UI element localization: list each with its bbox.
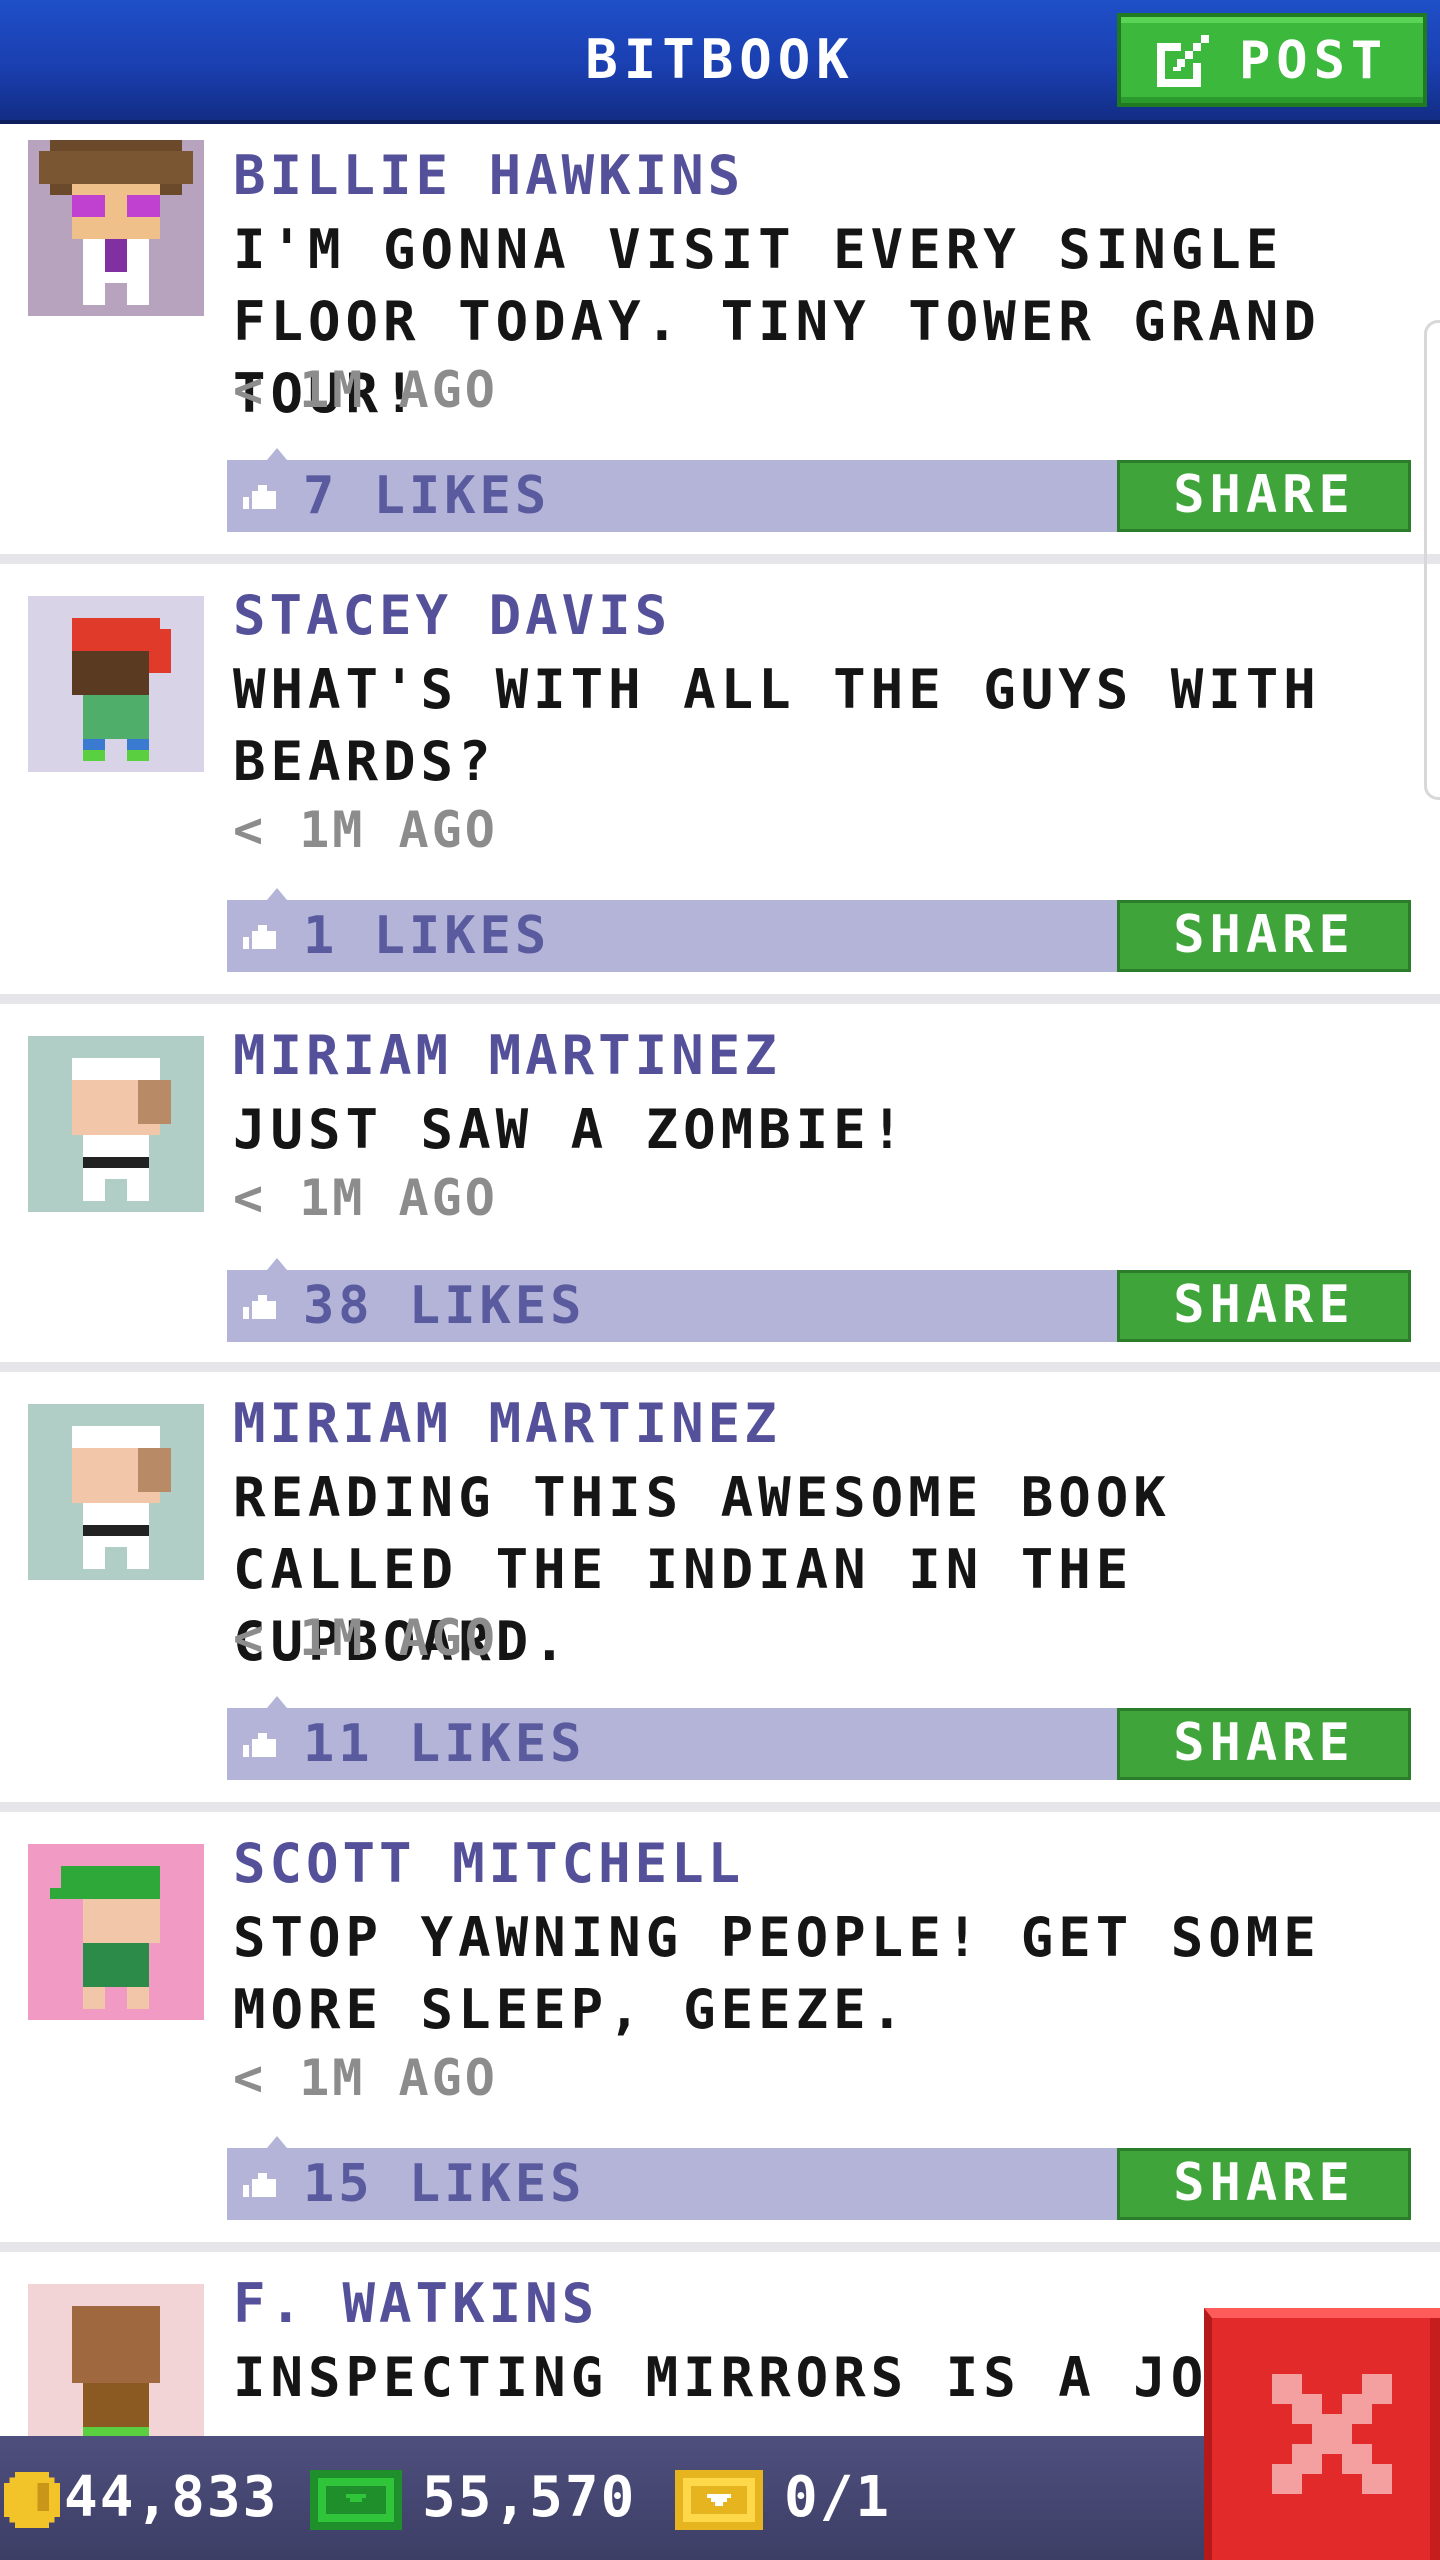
- scroll-indicator: [1424, 320, 1440, 800]
- thumbs-up-icon: [243, 1733, 276, 1757]
- post-author: STACEY DAVIS: [233, 584, 672, 647]
- bux-icon: [310, 2470, 402, 2530]
- likes-bar[interactable]: 7 LIKES SHARE: [227, 448, 1411, 532]
- golden-ticket-icon: [675, 2470, 763, 2530]
- feed-post: SCOTT MITCHELL STOP YAWNING PEOPLE! GET …: [0, 1812, 1440, 2252]
- edit-icon: [1157, 35, 1209, 87]
- likes-count: 1 LIKES: [303, 906, 551, 966]
- bux-count: 55,570: [422, 2465, 637, 2530]
- avatar: [28, 1404, 204, 1580]
- post-message: JUST SAW A ZOMBIE!: [233, 1098, 909, 1161]
- post-author: MIRIAM MARTINEZ: [233, 1024, 781, 1087]
- avatar: [28, 596, 204, 772]
- likes-count: 38 LIKES: [303, 1276, 586, 1336]
- feed-post: STACEY DAVIS WHAT'S WITH ALL THE GUYS WI…: [0, 564, 1440, 1004]
- share-button[interactable]: SHARE: [1117, 460, 1411, 532]
- likes-bar[interactable]: 38 LIKES SHARE: [227, 1258, 1411, 1342]
- feed-post: MIRIAM MARTINEZ READING THIS AWESOME BOO…: [0, 1372, 1440, 1812]
- post-button[interactable]: POST: [1117, 13, 1427, 107]
- close-icon: [1272, 2374, 1392, 2494]
- post-author: F. WATKINS: [233, 2272, 599, 2335]
- post-author: BILLIE HAWKINS: [233, 144, 745, 207]
- share-button[interactable]: SHARE: [1117, 900, 1411, 972]
- tickets-count: 0/1: [784, 2465, 892, 2530]
- likes-bar[interactable]: 15 LIKES SHARE: [227, 2136, 1411, 2220]
- post-author: SCOTT MITCHELL: [233, 1832, 745, 1895]
- avatar: [28, 140, 204, 316]
- post-time: < 1M AGO: [233, 801, 498, 859]
- likes-bar[interactable]: 1 LIKES SHARE: [227, 888, 1411, 972]
- likes-count: 11 LIKES: [303, 1714, 586, 1774]
- post-divider: [0, 554, 1440, 564]
- avatar: [28, 1036, 204, 1212]
- post-message: WHAT'S WITH ALL THE GUYS WITH BEARDS?: [233, 658, 1321, 793]
- coins-count: 44,833: [64, 2465, 279, 2530]
- likes-count: 15 LIKES: [303, 2154, 586, 2214]
- post-time: < 1M AGO: [233, 2049, 498, 2107]
- thumbs-up-icon: [243, 485, 276, 509]
- likes-bar[interactable]: 11 LIKES SHARE: [227, 1696, 1411, 1780]
- thumbs-up-icon: [243, 925, 276, 949]
- post-time: < 1M AGO: [233, 1609, 498, 1667]
- avatar: [28, 1844, 204, 2020]
- header-bar: BITBOOK POST: [0, 0, 1440, 124]
- post-button-label: POST: [1239, 31, 1389, 91]
- post-message: STOP YAWNING PEOPLE! GET SOME MORE SLEEP…: [233, 1906, 1321, 2041]
- coin-icon: [4, 2472, 60, 2528]
- feed-post: BILLIE HAWKINS I'M GONNA VISIT EVERY SIN…: [0, 124, 1440, 564]
- post-time: < 1M AGO: [233, 361, 498, 419]
- post-divider: [0, 2242, 1440, 2252]
- post-divider: [0, 1362, 1440, 1372]
- close-button[interactable]: [1204, 2308, 1440, 2560]
- post-author: MIRIAM MARTINEZ: [233, 1392, 781, 1455]
- share-button[interactable]: SHARE: [1117, 1708, 1411, 1780]
- share-button[interactable]: SHARE: [1117, 2148, 1411, 2220]
- likes-count: 7 LIKES: [303, 466, 551, 526]
- post-divider: [0, 994, 1440, 1004]
- avatar: [28, 2284, 204, 2436]
- post-divider: [0, 1802, 1440, 1812]
- thumbs-up-icon: [243, 1295, 276, 1319]
- post-time: < 1M AGO: [233, 1169, 498, 1227]
- share-button[interactable]: SHARE: [1117, 1270, 1411, 1342]
- thumbs-up-icon: [243, 2173, 276, 2197]
